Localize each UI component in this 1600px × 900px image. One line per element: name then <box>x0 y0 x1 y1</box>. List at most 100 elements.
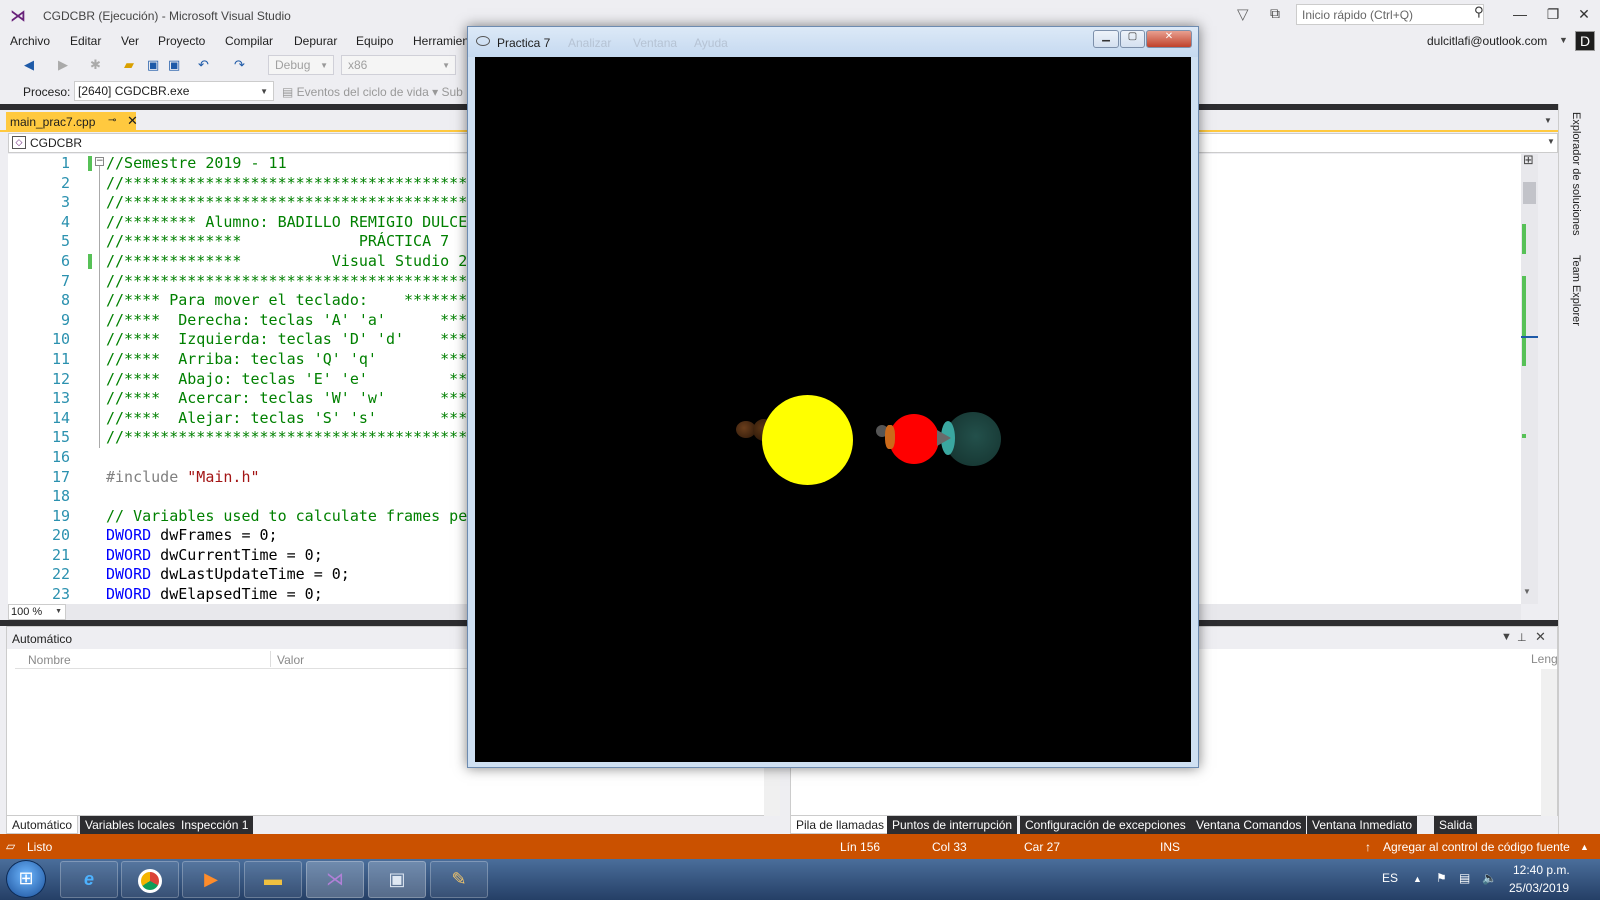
close-button[interactable]: ✕ <box>1574 6 1594 23</box>
clock-time[interactable]: 12:40 p.m. <box>1513 863 1570 877</box>
collapse-toggle[interactable]: − <box>95 157 104 166</box>
search-icon[interactable]: ⚲ <box>1474 4 1484 20</box>
maximize-button[interactable]: ▢ <box>1120 30 1145 48</box>
start-button[interactable]: ⊞ <box>6 860 46 898</box>
solution-explorer-tab[interactable]: Explorador de soluciones <box>1570 112 1582 236</box>
pin-icon[interactable]: ⊸ <box>108 115 116 126</box>
code-token: //************* Visual Studio 20 <box>106 251 477 270</box>
visual-studio-icon[interactable]: ⋊ <box>306 861 364 898</box>
lifecycle-events-select[interactable]: ▤ Eventos del ciclo de vida ▾ Sub <box>282 85 463 99</box>
language-indicator[interactable]: ES <box>1382 871 1398 885</box>
line-number: 12 <box>51 369 70 388</box>
line-number: 18 <box>51 487 70 506</box>
tab-bottom-tabs-right-4[interactable]: Ventana Inmediato <box>1307 816 1418 834</box>
chrome-icon[interactable] <box>121 861 179 898</box>
project-icon: ◇ <box>12 136 26 149</box>
close-icon[interactable]: ✕ <box>1535 629 1546 645</box>
volume-muted-icon[interactable]: 🔈 <box>1482 871 1497 885</box>
internet-explorer-icon[interactable]: e <box>60 861 118 898</box>
tab-bottom-tabs-right-2[interactable]: Configuración de excepciones <box>1020 816 1191 834</box>
process-select[interactable]: [2640] CGDCBR.exe ▼ <box>74 81 274 101</box>
chevron-down-icon[interactable]: ▼ <box>1544 116 1552 125</box>
practica-7-window[interactable]: Practica 7 Analizar Ventana Ayuda ▁ ▢ ✕ <box>467 26 1199 768</box>
editor-vertical-scrollbar[interactable]: ▼ <box>1521 154 1538 604</box>
filter-icon[interactable]: ▽ <box>1237 5 1249 23</box>
line-number: 11 <box>51 349 70 368</box>
menu-compilar[interactable]: Compilar <box>225 34 273 48</box>
menu-herramientas[interactable]: Herramien <box>413 34 469 48</box>
menu-editar[interactable]: Editar <box>70 34 101 48</box>
source-control-button[interactable]: Agregar al control de código fuente <box>1383 840 1570 854</box>
status-char: Car 27 <box>1024 840 1061 854</box>
line-number: 1 <box>60 154 70 172</box>
menu-depurar[interactable]: Depurar <box>294 34 337 48</box>
minimize-button[interactable]: — <box>1510 6 1530 22</box>
practica-7-title: Practica 7 <box>497 36 551 50</box>
column-divider[interactable] <box>270 651 271 667</box>
tab-bottom-tabs-right-0[interactable]: Pila de llamadas <box>790 816 891 834</box>
team-explorer-tab[interactable]: Team Explorer <box>1570 255 1582 326</box>
column-value[interactable]: Valor <box>277 653 304 667</box>
minimize-button[interactable]: ▁ <box>1093 30 1119 48</box>
menu-equipo[interactable]: Equipo <box>356 34 393 48</box>
tab-bottom-tabs-right-3[interactable]: Ventana Comandos <box>1191 816 1307 834</box>
line-number: 4 <box>60 212 70 231</box>
chevron-down-icon[interactable]: ▼ <box>1523 587 1531 596</box>
open-file-icon[interactable]: ▰ <box>124 57 134 73</box>
tab-bottom-tabs-left-2[interactable]: Inspección 1 <box>176 816 254 834</box>
pin-icon[interactable]: ⊥ <box>1517 631 1527 644</box>
code-token: //******** Alumno: BADILLO REMIGIO DULCE <box>106 212 468 231</box>
column-name[interactable]: Nombre <box>28 653 71 667</box>
save-all-icon[interactable]: ▣ <box>168 57 180 73</box>
line-number: 7 <box>60 271 70 290</box>
tab-main-prac7[interactable]: main_prac7.cpp ⊸ ✕ <box>6 112 138 132</box>
configuration-select[interactable]: Debug ▼ <box>268 55 334 75</box>
menu-ver[interactable]: Ver <box>121 34 139 48</box>
chevron-down-icon[interactable]: ▼ <box>1559 35 1568 45</box>
close-button[interactable]: ✕ <box>1146 30 1192 48</box>
split-editor-icon[interactable]: ⊞ <box>1523 152 1534 168</box>
tab-bottom-tabs-left-1[interactable]: Variables locales <box>80 816 180 834</box>
show-hidden-icons[interactable]: ▲ <box>1413 874 1422 884</box>
scroll-thumb[interactable] <box>1523 182 1536 204</box>
file-explorer-icon[interactable]: ▬ <box>244 861 302 898</box>
code-token: "Main.h" <box>187 467 260 486</box>
network-icon[interactable]: ▤ <box>1459 871 1470 885</box>
feedback-icon[interactable]: ⧉ <box>1270 5 1280 22</box>
new-project-icon[interactable]: ✱ <box>90 57 101 73</box>
redo-icon[interactable]: ↷ <box>234 57 245 73</box>
tab-bottom-tabs-right-5[interactable]: Salida <box>1434 816 1478 834</box>
line-number: 16 <box>51 447 70 466</box>
tab-bottom-tabs-left-0[interactable]: Automático <box>6 816 79 834</box>
forward-icon[interactable]: ▶ <box>58 57 68 73</box>
chevron-up-icon[interactable]: ▲ <box>1580 842 1589 852</box>
opengl-render-canvas[interactable] <box>475 57 1191 762</box>
practica-7-title-bar[interactable]: Practica 7 Analizar Ventana Ayuda ▁ ▢ ✕ <box>468 27 1198 57</box>
close-icon[interactable]: ✕ <box>127 113 138 129</box>
chevron-down-icon[interactable]: ▼ <box>1501 631 1512 643</box>
menu-archivo[interactable]: Archivo <box>10 34 50 48</box>
menu-proyecto[interactable]: Proyecto <box>158 34 205 48</box>
paint-icon[interactable]: ✎ <box>430 861 488 898</box>
chevron-down-icon[interactable]: ▼ <box>1547 137 1555 146</box>
action-center-flag-icon[interactable]: ⚑ <box>1436 871 1447 885</box>
clock-date[interactable]: 25/03/2019 <box>1509 881 1569 895</box>
call-stack-scrollbar[interactable] <box>1541 669 1557 817</box>
save-icon[interactable]: ▣ <box>147 57 159 73</box>
opengl-app-icon[interactable]: ▣ <box>368 861 426 898</box>
code-token: //**************************************… <box>106 271 504 290</box>
zoom-select[interactable]: 100 % ▼ <box>8 604 66 620</box>
restore-button[interactable]: ❐ <box>1543 6 1563 23</box>
up-arrow-icon[interactable]: ↑ <box>1365 840 1371 854</box>
account-name[interactable]: dulcitlafi@outlook.com <box>1427 34 1547 48</box>
undo-icon[interactable]: ↶ <box>198 57 209 73</box>
platform-select[interactable]: x86 ▼ <box>341 55 456 75</box>
column-language[interactable]: Leng <box>1531 652 1558 666</box>
media-player-icon[interactable]: ▶ <box>182 861 240 898</box>
app-icon <box>476 36 490 46</box>
tab-bottom-tabs-right-1[interactable]: Puntos de interrupción <box>887 816 1018 834</box>
avatar[interactable]: D <box>1575 31 1595 51</box>
code-token: //**** Izquierda: teclas 'D' 'd' *** <box>106 330 468 349</box>
back-icon[interactable]: ◀ <box>24 57 34 73</box>
quick-launch-input[interactable]: Inicio rápido (Ctrl+Q) <box>1296 4 1484 25</box>
